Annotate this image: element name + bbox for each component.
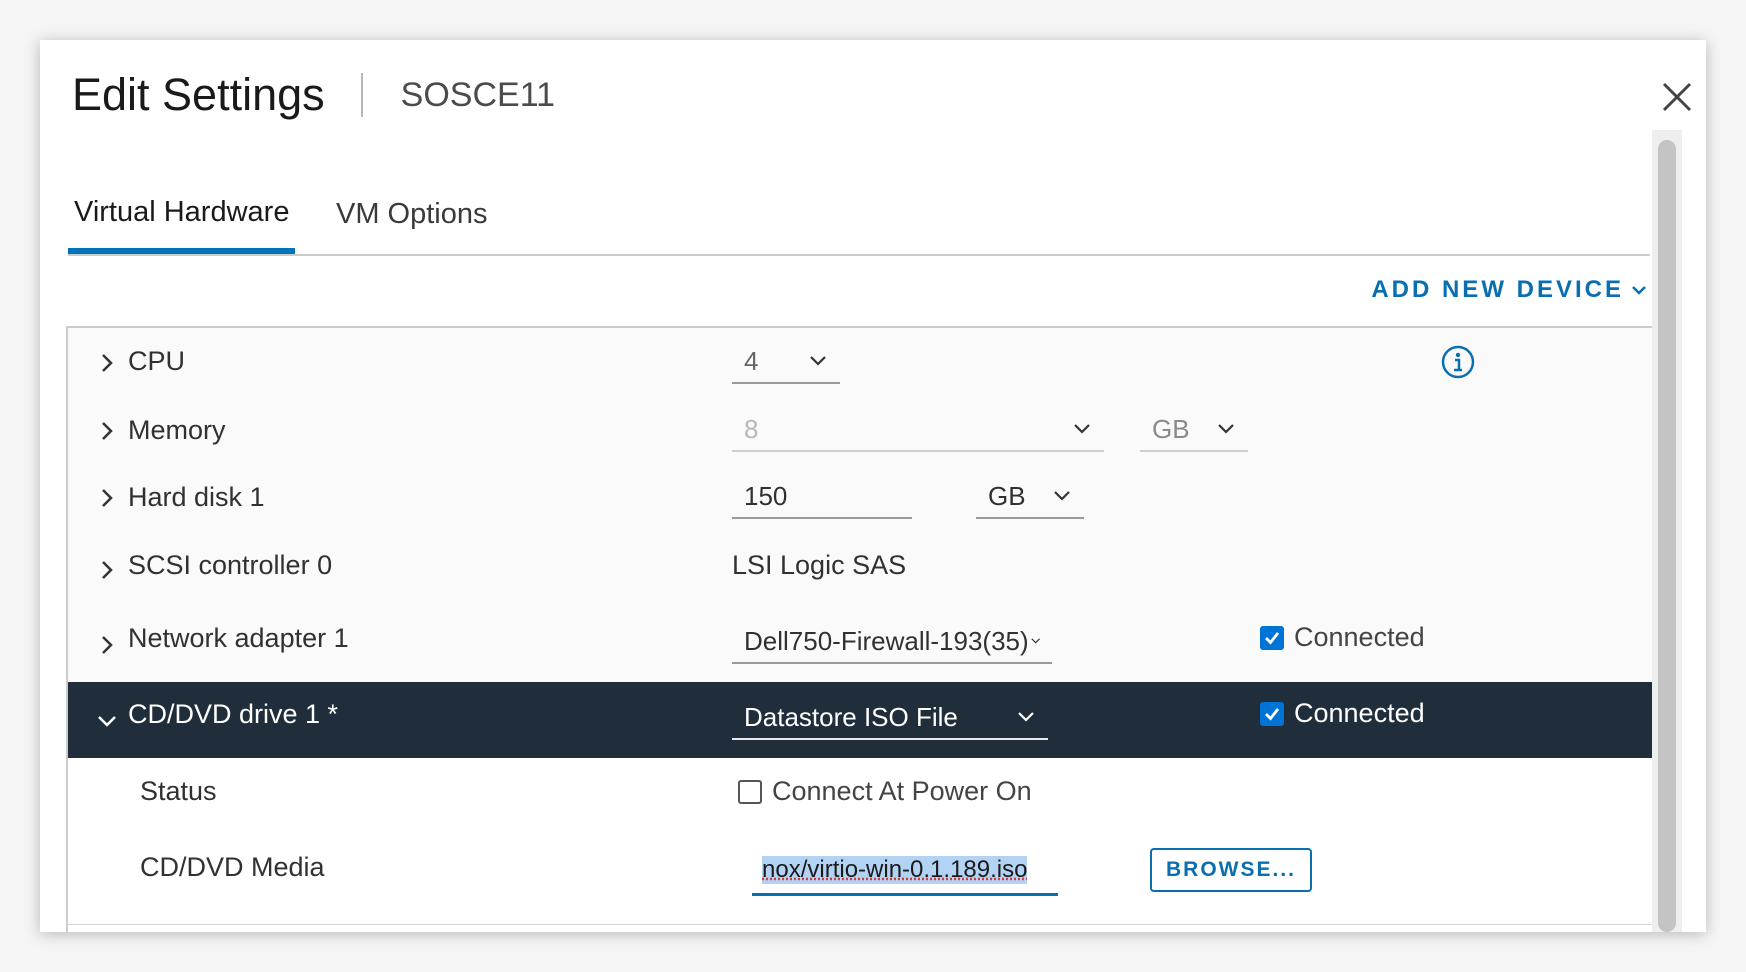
chevron-down-icon [1632,286,1646,295]
scrollbar-thumb[interactable] [1658,140,1676,932]
row-label: SCSI controller 0 [128,550,333,580]
hardware-row-memory: Memory 8 GB [68,398,1652,466]
hard-disk-size-input[interactable]: 150 [732,475,912,519]
chevron-right-icon[interactable] [96,559,118,581]
row-label: Network adapter 1 [128,623,349,653]
vm-name: SOSCE11 [400,75,555,114]
chevron-down-icon [810,356,826,366]
tab-bar: Virtual Hardware VM Options [68,176,1650,256]
network-value: Dell750-Firewall-193(35) [744,625,1029,656]
chevron-down-icon [1074,424,1090,434]
cddvd-media-row: CD/DVD Media nox/virtio-win-0.1.189.iso … [68,834,1652,925]
cddvd-media-input[interactable]: nox/virtio-win-0.1.189.iso [752,846,1058,896]
close-button[interactable] [1650,70,1704,124]
hard-disk-unit-select[interactable]: GB [976,475,1084,519]
checkbox-label: Connected [1294,698,1425,728]
memory-size-select[interactable]: 8 [732,408,1104,452]
cddvd-connected-checkbox[interactable]: Connected [1260,698,1425,729]
chevron-right-icon[interactable] [96,420,118,442]
edit-settings-dialog: Edit Settings SOSCE11 Virtual Hardware V… [40,40,1706,932]
hardware-row-scsi-controller: SCSI controller 0 LSI Logic SAS [68,531,1652,607]
browse-button[interactable]: BROWSE... [1150,848,1312,892]
chevron-right-icon[interactable] [96,352,118,374]
hard-disk-unit: GB [988,480,1026,511]
memory-unit-select[interactable]: GB [1140,408,1248,452]
tab-virtual-hardware[interactable]: Virtual Hardware [68,176,296,254]
add-new-device-button[interactable]: ADD NEW DEVICE [1371,276,1646,304]
row-label: Memory [128,415,226,445]
chevron-right-icon[interactable] [96,634,118,656]
cpu-select[interactable]: 4 [732,340,840,384]
tab-vm-options[interactable]: VM Options [336,176,488,252]
hardware-row-hard-disk: Hard disk 1 150 GB [68,465,1652,532]
hard-disk-value: 150 [744,480,788,511]
hardware-row-network-adapter: Network adapter 1 Dell750-Firewall-193(3… [68,606,1652,683]
iso-path-text: nox/virtio-win-0.1.189.iso [762,855,1028,884]
checkbox-label: Connect At Power On [772,776,1032,806]
chevron-down-icon [1018,712,1034,722]
checkbox-checked-icon [1260,625,1284,650]
row-label: CD/DVD Media [140,852,325,882]
memory-value: 8 [744,413,759,444]
hardware-row-cpu: CPU 4 [68,328,1652,399]
browse-label: BROWSE... [1165,858,1296,881]
chevron-down-icon [1031,638,1040,644]
checkbox-label: Connected [1294,622,1425,652]
row-label: Hard disk 1 [128,482,265,512]
cpu-value: 4 [744,345,759,376]
chevron-down-icon[interactable] [96,710,118,732]
dialog-header: Edit Settings SOSCE11 [72,50,555,140]
row-label: Status [140,776,217,806]
tab-label: Virtual Hardware [74,195,290,228]
row-label: CD/DVD drive 1 * [128,699,339,729]
network-select[interactable]: Dell750-Firewall-193(35) [732,620,1052,664]
row-label: CPU [128,346,186,376]
chevron-down-icon [1054,491,1070,501]
hardware-table: CPU 4 Memory 8 GB Hard disk 1 150 GB SCS… [66,326,1654,932]
cddvd-type-select[interactable]: Datastore ISO File [732,696,1048,740]
checkbox-checked-icon [1260,701,1284,726]
connect-at-power-on-checkbox[interactable]: Connect At Power On [738,776,1032,807]
add-new-device-label: ADD NEW DEVICE [1371,276,1624,303]
checkbox-unchecked-icon [738,779,762,804]
close-icon [1662,82,1692,112]
chevron-right-icon[interactable] [96,487,118,509]
cddvd-status-row: Status Connect At Power On [68,758,1652,835]
hardware-row-cddvd-drive[interactable]: CD/DVD drive 1 * Datastore ISO File Conn… [68,682,1652,759]
chevron-down-icon [1218,424,1234,434]
info-icon[interactable] [1440,344,1476,380]
vertical-scrollbar[interactable] [1652,130,1682,932]
tab-label: VM Options [336,197,488,230]
memory-unit: GB [1152,413,1190,444]
scsi-value: LSI Logic SAS [732,550,907,580]
title-divider [360,73,363,117]
dialog-title: Edit Settings [72,69,325,120]
cddvd-type-value: Datastore ISO File [744,701,958,732]
network-connected-checkbox[interactable]: Connected [1260,622,1425,653]
